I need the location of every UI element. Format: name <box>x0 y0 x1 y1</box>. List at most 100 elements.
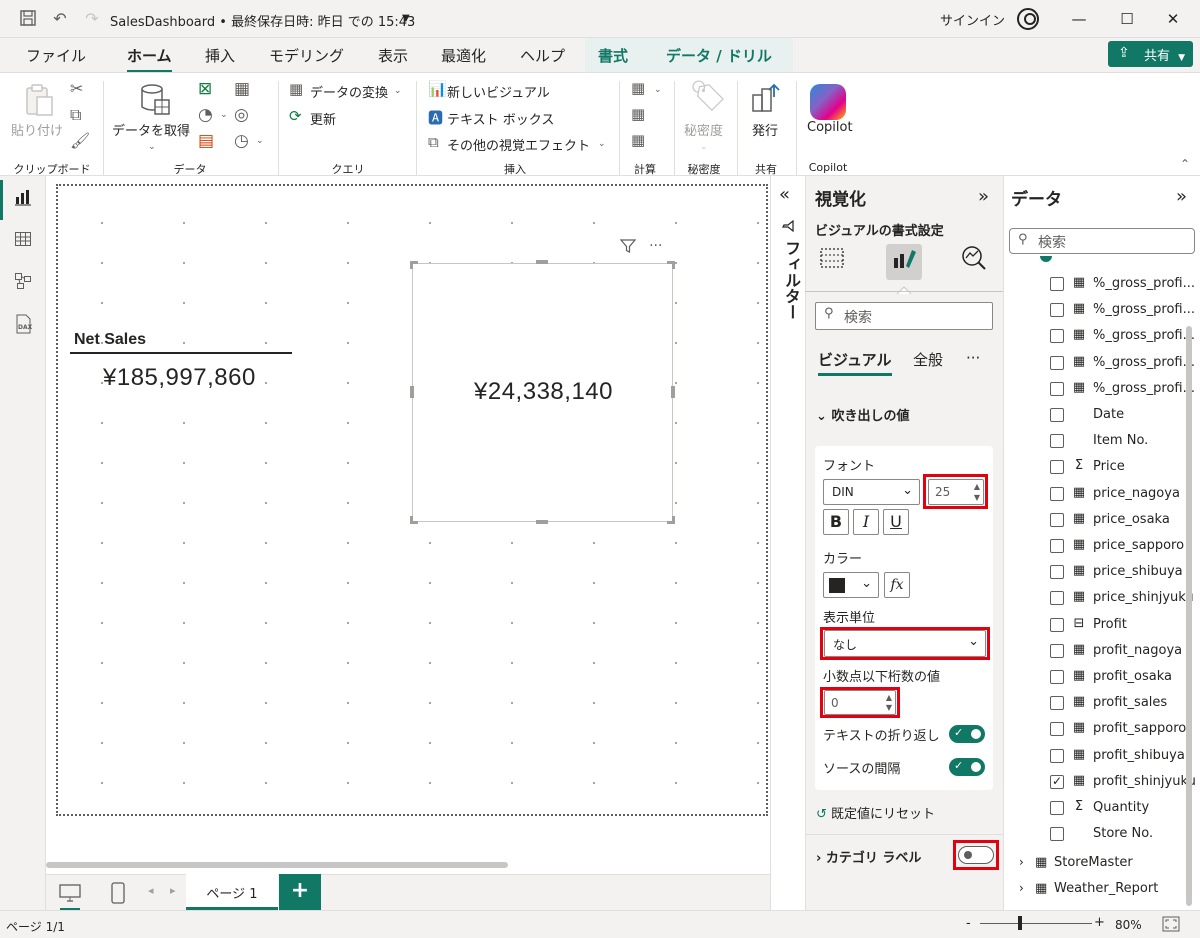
resize-handle[interactable] <box>410 516 418 524</box>
section-callout-value[interactable]: ⌄ 吹き出しの値 <box>816 405 909 424</box>
avatar-icon[interactable] <box>1017 8 1039 30</box>
maximize-button[interactable]: ☐ <box>1112 8 1142 30</box>
more-options-icon[interactable]: ··· <box>649 238 662 254</box>
resize-handle[interactable] <box>667 261 675 269</box>
italic-button[interactable]: I <box>853 509 879 535</box>
chevron-down-icon[interactable]: ⌄ <box>148 142 156 152</box>
tab-visual[interactable]: ビジュアル <box>818 349 892 376</box>
category-label-toggle[interactable] <box>958 846 994 864</box>
chevron-up-icon[interactable]: ▲ <box>974 483 980 491</box>
section-category-label[interactable]: › カテゴリ ラベル <box>816 847 921 866</box>
table-view-icon[interactable] <box>12 230 34 252</box>
field-checkbox[interactable] <box>1050 512 1064 527</box>
field-checkbox[interactable] <box>1050 696 1064 711</box>
underline-button[interactable]: U <box>883 509 909 535</box>
reset-default-button[interactable]: ↺ 既定値にリセット <box>816 803 935 822</box>
filters-pane-collapsed[interactable]: « フィルター <box>770 176 805 910</box>
title-dropdown-icon[interactable]: ▼ <box>402 13 410 24</box>
field-checkbox[interactable] <box>1050 774 1064 789</box>
field-checkbox[interactable] <box>1050 329 1064 344</box>
format-visual-icon[interactable] <box>886 244 922 280</box>
mobile-layout-icon[interactable] <box>110 881 126 908</box>
tab-format[interactable]: 書式 <box>598 45 628 66</box>
color-picker[interactable]: ⌄ <box>823 572 879 598</box>
chevron-up-icon[interactable]: ▲ <box>886 694 892 702</box>
expand-filters-icon[interactable]: « <box>779 184 790 205</box>
tab-data-drill[interactable]: データ / ドリル <box>666 45 772 66</box>
resize-handle[interactable] <box>410 261 418 269</box>
refresh-button[interactable]: 更新 <box>310 109 336 128</box>
redo-icon[interactable]: ↷ <box>82 9 102 29</box>
zoom-out-button[interactable]: - <box>966 916 971 931</box>
transform-icon[interactable]: ▦ <box>289 80 303 98</box>
source-spacing-toggle[interactable] <box>949 758 985 776</box>
resize-handle[interactable] <box>536 260 548 264</box>
field-checkbox[interactable] <box>1050 460 1064 475</box>
horizontal-scrollbar[interactable] <box>46 862 508 868</box>
tab-help[interactable]: ヘルプ <box>520 45 565 66</box>
table-icon[interactable]: ▦ <box>234 79 250 99</box>
field-checkbox[interactable] <box>1050 355 1064 370</box>
conditional-format-button[interactable]: fx <box>884 572 910 598</box>
field-checkbox[interactable] <box>1050 801 1064 815</box>
more-visuals-icon[interactable]: ⧉ <box>428 133 439 151</box>
tab-modeling[interactable]: モデリング <box>269 45 344 66</box>
field-checkbox[interactable] <box>1050 591 1064 606</box>
field-checkbox[interactable] <box>1050 486 1064 501</box>
more-visuals-button[interactable]: その他の視覚エフェクト <box>447 135 590 154</box>
font-family-dropdown[interactable]: DIN ⌄ <box>823 479 920 505</box>
filter-icon[interactable] <box>619 239 641 258</box>
get-data-button[interactable]: データを取得 <box>112 120 190 139</box>
paste-button[interactable] <box>22 83 56 120</box>
text-box-icon[interactable]: 🅰 <box>428 107 443 128</box>
field-checkbox[interactable] <box>1050 434 1064 449</box>
copilot-button[interactable]: Copilot <box>807 120 853 135</box>
zoom-slider-thumb[interactable] <box>1018 916 1022 930</box>
share-button[interactable]: ⇪ 共有 ▼ <box>1108 41 1193 67</box>
signin-link[interactable]: サインイン <box>940 10 1005 29</box>
dataverse-icon[interactable]: ◔ <box>198 105 213 125</box>
table-weather-report[interactable]: Weather_Report <box>1054 881 1158 896</box>
model-view-icon[interactable] <box>12 272 34 294</box>
resize-handle[interactable] <box>671 386 675 398</box>
tab-optimize[interactable]: 最適化 <box>441 45 486 66</box>
chevron-down-icon[interactable]: ▼ <box>974 494 980 502</box>
viz-search-input[interactable]: ⚲ 検索 <box>815 302 993 330</box>
tab-file[interactable]: ファイル <box>26 45 86 66</box>
publish-button[interactable]: 発行 <box>752 120 778 139</box>
format-painter-icon[interactable]: 🖌 <box>70 131 90 150</box>
viz-more-options[interactable]: ··· <box>966 349 980 367</box>
field-checkbox[interactable] <box>1050 565 1064 580</box>
text-box-button[interactable]: テキスト ボックス <box>447 109 554 128</box>
tab-home[interactable]: ホーム <box>127 45 172 73</box>
collapse-ribbon-icon[interactable]: ⌃ <box>1180 157 1190 171</box>
collapse-data-icon[interactable]: » <box>1176 186 1187 207</box>
resize-handle[interactable] <box>667 516 675 524</box>
field-checkbox[interactable] <box>1050 643 1064 658</box>
copilot-icon[interactable] <box>810 84 846 120</box>
net-sales-card-title[interactable]: Net Sales <box>74 331 146 349</box>
field-checkbox[interactable] <box>1050 277 1064 291</box>
minimize-button[interactable]: — <box>1064 8 1094 30</box>
field-checkbox[interactable] <box>1050 722 1064 737</box>
selected-card-visual[interactable]: ¥24,338,140 <box>412 263 673 522</box>
data-pane-scrollbar[interactable] <box>1186 326 1192 906</box>
report-view-icon[interactable] <box>12 188 34 210</box>
zoom-in-button[interactable]: + <box>1094 915 1105 930</box>
data-search-input[interactable]: ⚲ 検索 <box>1009 228 1195 254</box>
add-page-button[interactable]: + <box>279 874 321 910</box>
new-visual-button[interactable]: 新しいビジュアル <box>447 82 550 101</box>
file-icon[interactable]: ▤ <box>198 131 214 151</box>
new-measure-icon[interactable]: ▦ <box>631 79 645 97</box>
field-checkbox[interactable] <box>1050 539 1064 553</box>
decimals-stepper[interactable]: 0 ▲ ▼ <box>824 690 896 715</box>
collapse-viz-icon[interactable]: » <box>978 186 989 207</box>
field-checkbox[interactable] <box>1050 303 1064 318</box>
bold-button[interactable]: B <box>823 509 849 535</box>
field-checkbox[interactable] <box>1050 748 1064 763</box>
font-size-stepper[interactable]: 25 ▲ ▼ <box>928 479 984 505</box>
tab-insert[interactable]: 挿入 <box>205 45 235 66</box>
table-storemaster[interactable]: StoreMaster <box>1054 855 1133 870</box>
cut-icon[interactable]: ✂ <box>70 79 83 98</box>
fit-to-page-icon[interactable] <box>1162 916 1180 935</box>
